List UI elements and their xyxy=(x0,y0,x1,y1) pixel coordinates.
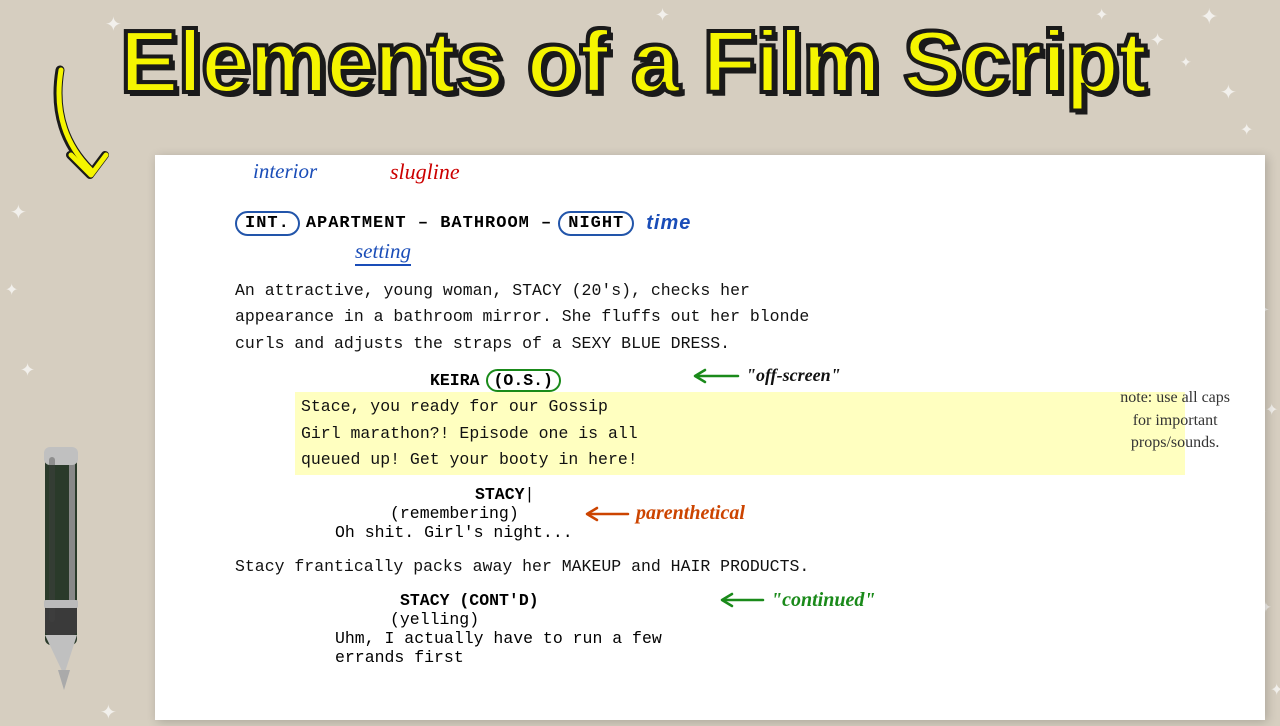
arrow-left-icon xyxy=(690,366,740,386)
time-label: time xyxy=(646,212,691,235)
arrow-left-icon-3 xyxy=(720,591,765,609)
action-text-1: An attractive, young woman, STACY (20's)… xyxy=(235,278,1235,357)
slugline-middle: APARTMENT – BATHROOM – xyxy=(306,214,552,233)
offscreen-label: "off-screen" xyxy=(746,365,841,386)
pen-icon xyxy=(0,435,130,715)
keira-name-row: KEIRA (O.S.) "off-screen" xyxy=(430,369,1235,392)
slugline-row: INT. APARTMENT – BATHROOM – NIGHT time xyxy=(235,211,1235,236)
continued-label: "continued" xyxy=(771,589,875,612)
stacy-dialogue: Oh shit. Girl's night... xyxy=(335,523,1235,542)
contd-name-row: STACY (CONT'D) "continued" xyxy=(400,591,1235,610)
os-circle: (O.S.) xyxy=(486,369,561,392)
cursor-bar: | xyxy=(525,485,535,504)
contd-name: STACY (CONT'D) xyxy=(400,591,539,610)
continued-annotation: "continued" xyxy=(720,589,875,612)
arrow-left-icon-2 xyxy=(585,505,630,523)
parenthetical-row: (remembering) parenthetical xyxy=(390,504,1235,523)
setting-label: setting xyxy=(355,239,411,264)
action-text-2: Stacy frantically packs away her MAKEUP … xyxy=(235,554,1235,580)
contd-paren: (yelling) xyxy=(390,610,1235,629)
contd-dialogue: Uhm, I actually have to run a few errand… xyxy=(335,629,1235,667)
stacy-name: STACY xyxy=(475,485,525,504)
parenthetical-annotation: parenthetical xyxy=(585,502,745,525)
slugline-label: slugline xyxy=(390,159,460,185)
int-circle: INT. xyxy=(235,211,300,236)
interior-label: interior xyxy=(253,159,317,184)
parenthetical-label: parenthetical xyxy=(636,502,745,525)
contd-section: STACY (CONT'D) "continued" (yelling) Uhm… xyxy=(235,591,1235,667)
page-title: Elements of a Film Script xyxy=(120,18,1260,106)
setting-text: setting xyxy=(355,239,411,266)
brace-icon: { xyxy=(155,385,159,427)
night-circle: NIGHT xyxy=(558,211,634,236)
note-text: note: use all caps for important props/s… xyxy=(1120,387,1230,454)
parenthetical-text: (remembering) xyxy=(390,504,519,523)
action-section: action line An attractive, young woman, … xyxy=(235,278,1235,357)
script-paper: interior slugline INT. APARTMENT – BATHR… xyxy=(155,155,1265,720)
dialogue-label: dialogue { xyxy=(155,385,159,427)
offscreen-annotation: "off-screen" xyxy=(690,365,841,386)
keira-name: KEIRA xyxy=(430,371,480,390)
action-section-2: Stacy frantically packs away her MAKEUP … xyxy=(235,554,1235,580)
keira-section: KEIRA (O.S.) "off-screen" dialogue { Sta… xyxy=(235,369,1235,475)
stacy-section: STACY| (remembering) parenthetical Oh sh… xyxy=(235,485,1235,542)
keira-dialogue: Stace, you ready for our Gossip Girl mar… xyxy=(295,392,1185,475)
pen-decoration xyxy=(0,435,130,720)
